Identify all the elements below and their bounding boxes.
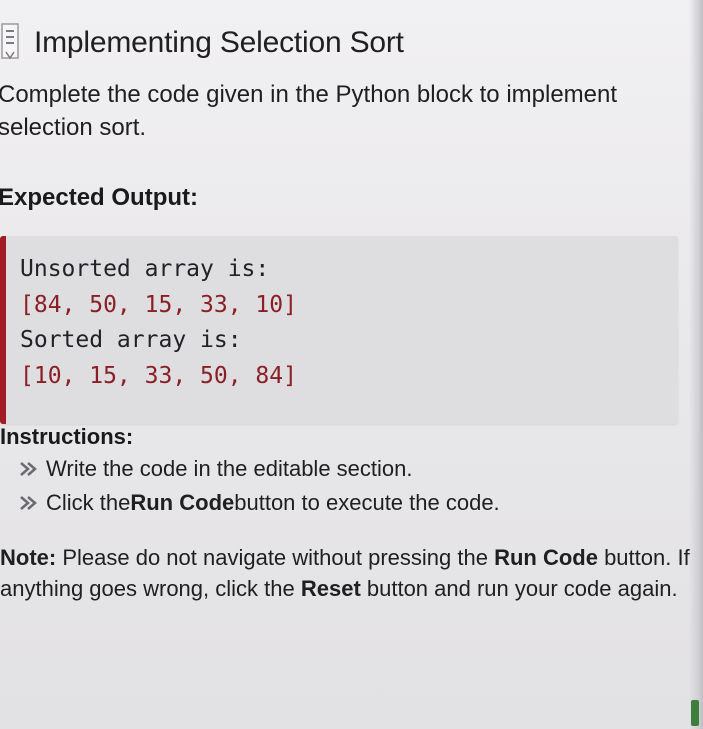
instruction-item-2: Click the Run Code button to execute the… xyxy=(18,490,500,516)
chevron-double-right-icon xyxy=(20,496,37,510)
instruction-text-pre: Click the xyxy=(46,490,131,515)
expected-output-heading: Expected Output: xyxy=(0,184,199,211)
lesson-header: Implementing Selection Sort xyxy=(0,18,703,68)
note-text-1: Please do not navigate without pressing … xyxy=(56,545,495,570)
note-label: Note: xyxy=(0,545,57,570)
note-text-3: button and run your code again. xyxy=(360,576,678,601)
note-run-code: Run Code xyxy=(494,545,598,570)
lesson-page: Implementing Selection Sort Complete the… xyxy=(0,0,703,729)
scroll-indicator xyxy=(691,700,699,726)
note-reset: Reset xyxy=(300,576,361,601)
instructions-heading: Instructions: xyxy=(0,424,134,449)
chevron-double-right-icon xyxy=(20,462,37,476)
code-line-sorted-label: Sorted array is: xyxy=(20,327,242,353)
instruction-text-post: button to execute the code. xyxy=(234,490,500,515)
book-icon xyxy=(1,23,19,60)
expected-output-code-block: Unsorted array is: [84, 50, 15, 33, 10] … xyxy=(0,236,678,424)
code-line-sorted-array: [10, 15, 33, 50, 84] xyxy=(20,363,297,389)
page-title: Implementing Selection Sort xyxy=(34,26,404,59)
task-description: Complete the code given in the Python bl… xyxy=(0,81,618,141)
screen-edge xyxy=(689,0,703,729)
instruction-item-1: Write the code in the editable section. xyxy=(18,456,412,482)
run-code-reference: Run Code xyxy=(130,490,235,515)
instruction-text: Write the code in the editable section. xyxy=(46,456,413,481)
note-paragraph: Note: Please do not navigate without pre… xyxy=(0,542,690,604)
code-line-unsorted-array: [84, 50, 15, 33, 10] xyxy=(20,292,297,318)
code-line-unsorted-label: Unsorted array is: xyxy=(20,256,270,282)
